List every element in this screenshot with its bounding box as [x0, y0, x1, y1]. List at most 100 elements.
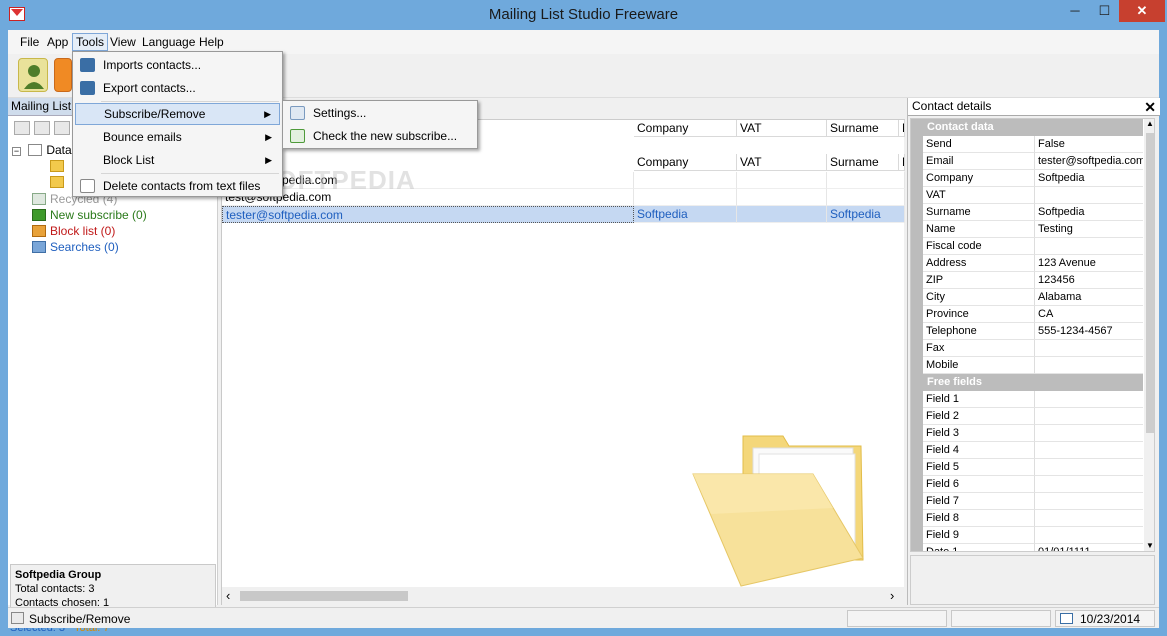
menu-item-import[interactable]: Imports contacts... [75, 54, 280, 76]
menu-item-bounce-emails[interactable]: Bounce emails ▶ [75, 126, 280, 148]
scroll-left-icon[interactable]: ‹ [226, 588, 230, 603]
minimize-button[interactable]: ─ [1059, 0, 1091, 22]
property-value[interactable] [1035, 238, 1143, 255]
column-header-name[interactable]: N [899, 154, 905, 171]
scroll-up-icon[interactable]: ▲ [1146, 119, 1154, 128]
filter-header-vat[interactable]: VAT [737, 120, 827, 137]
property-value[interactable] [1035, 187, 1143, 204]
property-value[interactable] [1035, 408, 1143, 425]
property-value[interactable]: False [1035, 136, 1143, 153]
status-text: Subscribe/Remove [29, 612, 131, 626]
column-header-vat[interactable]: VAT [737, 154, 827, 171]
property-value[interactable]: Testing [1035, 221, 1143, 238]
menu-item-export[interactable]: Export contacts... [75, 77, 280, 99]
property-value[interactable] [1035, 442, 1143, 459]
category-contact-data[interactable]: Contact data [911, 119, 1143, 136]
property-row[interactable]: Field 6 [911, 476, 1143, 493]
property-value[interactable]: 555-1234-4567 [1035, 323, 1143, 340]
property-value[interactable]: CA [1035, 306, 1143, 323]
tree-new-subscribe[interactable]: New subscribe (0) [32, 207, 147, 223]
scroll-down-icon[interactable]: ▼ [1146, 541, 1154, 550]
property-value[interactable]: 123 Avenue [1035, 255, 1143, 272]
row-gutter [911, 221, 923, 238]
property-value[interactable]: tester@softpedia.com [1035, 153, 1143, 170]
refresh-icon [290, 129, 305, 143]
menu-item-check-subscribe[interactable]: Check the new subscribe... [285, 125, 475, 147]
filter-header-surname[interactable]: Surname [827, 120, 899, 137]
menu-help[interactable]: Help [199, 35, 224, 49]
menu-language[interactable]: Language [142, 35, 195, 49]
property-row[interactable]: Field 8 [911, 510, 1143, 527]
edit-list-icon[interactable] [34, 121, 50, 135]
property-value[interactable] [1035, 340, 1143, 357]
menu-view[interactable]: View [110, 35, 136, 49]
property-row[interactable]: Telephone 555-1234-4567 [911, 323, 1143, 340]
collapse-icon[interactable]: − [12, 147, 21, 156]
property-row[interactable]: City Alabama [911, 289, 1143, 306]
menu-app[interactable]: App [47, 35, 68, 49]
menu-item-settings[interactable]: Settings... [285, 102, 475, 124]
scroll-thumb[interactable] [240, 591, 408, 601]
property-row[interactable]: Fax [911, 340, 1143, 357]
property-value[interactable]: 01/01/1111 [1035, 544, 1143, 551]
property-value[interactable]: Softpedia [1035, 204, 1143, 221]
property-value[interactable] [1035, 510, 1143, 527]
close-panel-icon[interactable]: ✕ [1144, 98, 1156, 116]
menu-file[interactable]: File [20, 35, 39, 49]
property-row[interactable]: Field 5 [911, 459, 1143, 476]
property-row[interactable]: ZIP 123456 [911, 272, 1143, 289]
property-value[interactable]: Alabama [1035, 289, 1143, 306]
submenu-arrow-icon: ▶ [265, 132, 272, 142]
contacts-tool-button[interactable] [18, 58, 48, 92]
property-value[interactable] [1035, 391, 1143, 408]
menu-item-delete-from-text[interactable]: Delete contacts from text files [75, 175, 280, 197]
column-header-company[interactable]: Company [634, 154, 737, 171]
property-row[interactable]: Field 9 [911, 527, 1143, 544]
property-value[interactable] [1035, 476, 1143, 493]
property-row[interactable]: Field 4 [911, 442, 1143, 459]
property-row[interactable]: Date 1 01/01/1111 [911, 544, 1143, 551]
add-list-icon[interactable] [14, 121, 30, 135]
menu-tools[interactable]: Tools [72, 33, 109, 51]
tree-block-list[interactable]: Block list (0) [32, 223, 115, 239]
scroll-right-icon[interactable]: › [890, 588, 894, 603]
property-row[interactable]: Company Softpedia [911, 170, 1143, 187]
tree-data-node[interactable]: − Data [12, 142, 72, 158]
property-row[interactable]: Field 7 [911, 493, 1143, 510]
maximize-button[interactable]: ☐ [1091, 0, 1118, 22]
property-value[interactable]: 123456 [1035, 272, 1143, 289]
property-row[interactable]: Email tester@softpedia.com [911, 153, 1143, 170]
filter-header-name[interactable]: N [899, 120, 905, 137]
property-row[interactable]: Field 3 [911, 425, 1143, 442]
delete-list-icon[interactable] [54, 121, 70, 135]
property-row[interactable]: Field 2 [911, 408, 1143, 425]
property-value[interactable] [1035, 425, 1143, 442]
tree-label: New subscribe (0) [50, 208, 147, 222]
vertical-scrollbar[interactable]: ▲ ▼ [1144, 119, 1154, 551]
property-row[interactable]: Send False [911, 136, 1143, 153]
property-row[interactable]: Fiscal code [911, 238, 1143, 255]
menu-item-subscribe-remove[interactable]: Subscribe/Remove ▶ [75, 103, 280, 125]
property-value[interactable] [1035, 357, 1143, 374]
tree-searches[interactable]: Searches (0) [32, 239, 119, 255]
category-free-fields[interactable]: Free fields [911, 374, 1143, 391]
property-row[interactable]: Mobile [911, 357, 1143, 374]
property-row[interactable]: VAT [911, 187, 1143, 204]
property-row[interactable]: Address 123 Avenue [911, 255, 1143, 272]
menu-item-block-list[interactable]: Block List ▶ [75, 149, 280, 171]
property-row[interactable]: Surname Softpedia [911, 204, 1143, 221]
property-value[interactable] [1035, 493, 1143, 510]
scroll-thumb[interactable] [1146, 133, 1154, 433]
property-value[interactable]: Softpedia [1035, 170, 1143, 187]
filter-header-company[interactable]: Company [634, 120, 737, 137]
property-value[interactable] [1035, 459, 1143, 476]
row-gutter [911, 153, 923, 170]
property-value[interactable] [1035, 527, 1143, 544]
property-row[interactable]: Province CA [911, 306, 1143, 323]
property-row[interactable]: Field 1 [911, 391, 1143, 408]
close-button[interactable]: ✕ [1119, 0, 1165, 22]
column-header-surname[interactable]: Surname [827, 154, 899, 171]
play-tool-button[interactable] [54, 58, 72, 92]
property-row[interactable]: Name Testing [911, 221, 1143, 238]
row-surname [827, 172, 905, 189]
